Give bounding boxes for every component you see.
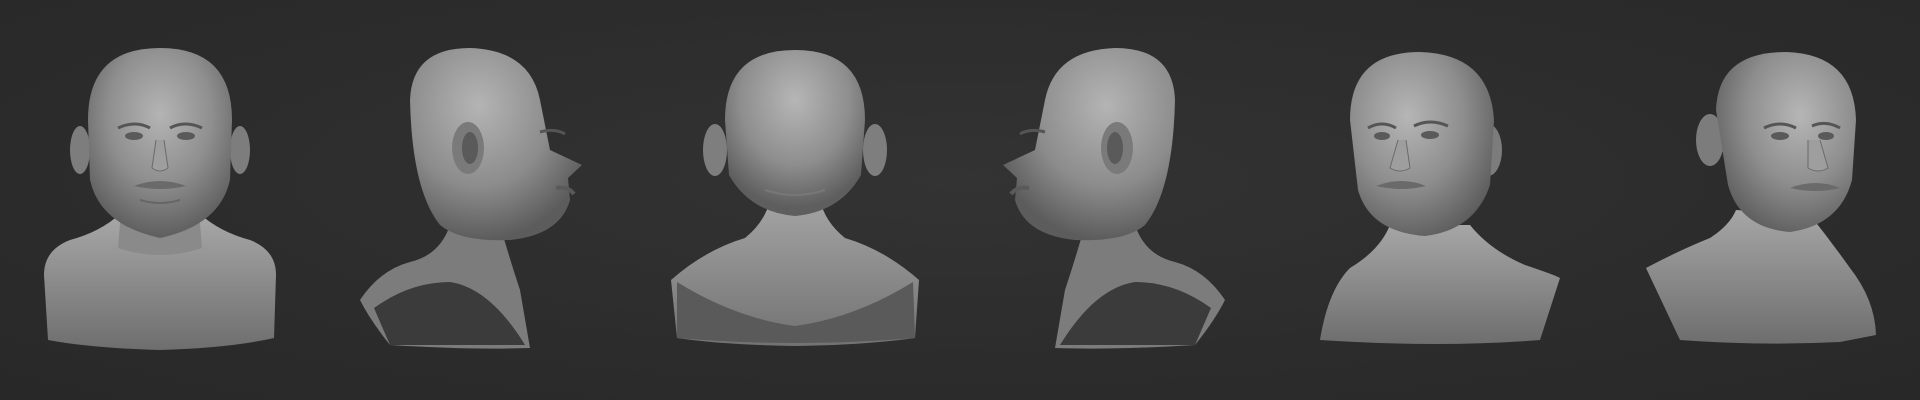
head-view-front (30, 0, 290, 400)
head-sculpt-back (671, 50, 919, 346)
head-view-left-profile (985, 0, 1235, 400)
head-view-back (665, 0, 925, 400)
head-sculpt-front (44, 48, 276, 350)
head-view-right-profile (350, 0, 600, 400)
head-sculpt-front-three-quarter-left (1320, 52, 1560, 344)
head-sculpt-left-profile (1003, 48, 1225, 349)
sculpt-turnaround-canvas (0, 0, 1920, 400)
head-sculpt-right-profile (360, 48, 582, 349)
head-sculpt-front-three-quarter-right (1646, 52, 1876, 344)
head-view-front-three-quarter-right (1640, 0, 1900, 400)
head-view-front-three-quarter-left (1310, 0, 1570, 400)
